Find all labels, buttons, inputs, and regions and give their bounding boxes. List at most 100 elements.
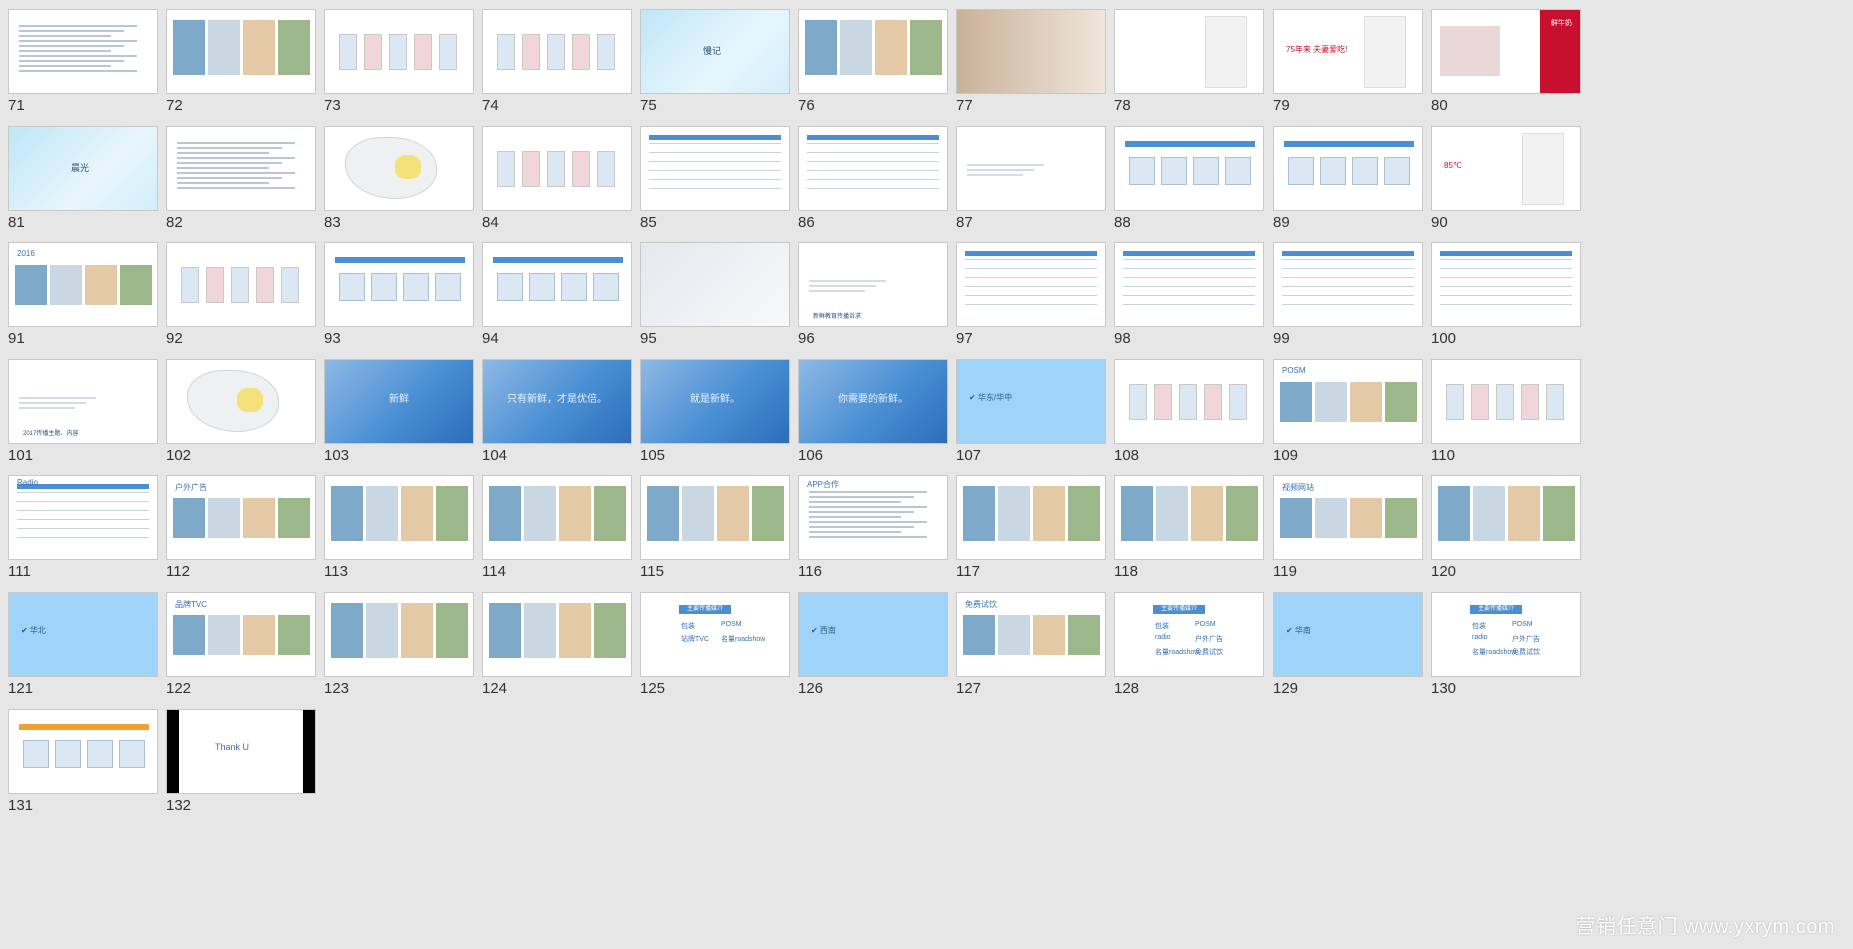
slide-preview[interactable]: 你需要的新鲜。 [798, 359, 948, 444]
slide-number: 97 [956, 330, 973, 347]
slide-preview[interactable] [1273, 242, 1423, 327]
media-tag: 户外广告 [1195, 636, 1223, 643]
slide-preview[interactable] [640, 475, 790, 560]
slide-preview[interactable] [1114, 126, 1264, 211]
slide-number: 95 [640, 330, 657, 347]
slide-preview[interactable] [324, 592, 474, 677]
slide-preview[interactable]: 2017传播主题、内容 [8, 359, 158, 444]
media-tag: POSM [1512, 621, 1533, 628]
slide-preview[interactable] [1114, 242, 1264, 327]
slide-preview[interactable]: 免费试饮 [956, 592, 1106, 677]
slide-preview[interactable] [166, 126, 316, 211]
slide-preview[interactable]: APP合作 [798, 475, 948, 560]
slide-preview[interactable]: Thank U [166, 709, 316, 794]
slide-preview[interactable] [956, 242, 1106, 327]
slide-number: 87 [956, 214, 973, 231]
slide-preview[interactable] [1273, 126, 1423, 211]
slide-preview[interactable]: 品牌TVC [166, 592, 316, 677]
slide-preview[interactable] [798, 126, 948, 211]
slide-preview[interactable] [482, 475, 632, 560]
slide-preview[interactable]: 就是新鲜。 [640, 359, 790, 444]
slide-number: 96 [798, 330, 815, 347]
slide-title-text: POSM [1282, 366, 1306, 375]
slide-preview[interactable]: ✔ 华南 [1273, 592, 1423, 677]
slide-preview[interactable]: ✔ 华北 [8, 592, 158, 677]
slide-preview[interactable] [482, 126, 632, 211]
slide-number: 129 [1273, 680, 1299, 697]
slide-preview[interactable] [8, 709, 158, 794]
slide-preview[interactable]: 只有新鲜，才是优倍。 [482, 359, 632, 444]
slide-preview[interactable] [1114, 359, 1264, 444]
slide-preview[interactable]: 慢记 [640, 9, 790, 94]
slide-preview[interactable] [640, 242, 790, 327]
slide-preview[interactable] [640, 126, 790, 211]
media-tag: 名量roadshow [1155, 649, 1200, 656]
slide-number: 102 [166, 447, 192, 464]
slide-preview[interactable] [482, 9, 632, 94]
slide-number: 74 [482, 97, 499, 114]
media-tag: 户外广告 [1512, 636, 1540, 643]
slide-preview[interactable]: ✔ 华东/华中 [956, 359, 1106, 444]
slide-number: 104 [482, 447, 508, 464]
slide-title-text: 视频网站 [1282, 483, 1314, 492]
slide-preview[interactable]: 75年来 夫妻爱吃! [1273, 9, 1423, 94]
slide-preview[interactable] [324, 126, 474, 211]
slide-preview[interactable] [1431, 242, 1581, 327]
slide-preview[interactable]: POSM [1273, 359, 1423, 444]
slide-preview[interactable]: 晨光 [8, 126, 158, 211]
slide-thumbnail-130[interactable]: 主要传播媒介 包装 POSM radio 户外广告 名量roadshow 免费试饮 130 [1423, 583, 1609, 721]
slide-preview[interactable] [166, 9, 316, 94]
slide-number: 108 [1114, 447, 1140, 464]
slide-number: 119 [1273, 563, 1297, 580]
slide-preview[interactable] [166, 359, 316, 444]
slide-title-text: 你需要的新鲜。 [838, 394, 908, 405]
slide-number: 115 [640, 563, 664, 580]
slide-number: 113 [324, 563, 348, 580]
slide-preview[interactable] [798, 9, 948, 94]
slide-preview[interactable] [1114, 475, 1264, 560]
slide-preview[interactable] [956, 9, 1106, 94]
slide-preview[interactable] [1431, 359, 1581, 444]
slide-title-text: 品牌TVC [175, 600, 207, 609]
slide-preview[interactable]: 新鲜 [324, 359, 474, 444]
slide-thumbnail-132[interactable]: Thank U 132 [158, 700, 344, 838]
slide-number: 88 [1114, 214, 1131, 231]
slide-preview[interactable] [166, 242, 316, 327]
media-tag: POSM [721, 621, 742, 628]
slide-number: 80 [1431, 97, 1448, 114]
slide-preview[interactable]: 户外广告 [166, 475, 316, 560]
slide-preview[interactable]: 主要传播媒介 包装 POSM radio 户外广告 名量roadshow 免费试饮 [1431, 592, 1581, 677]
slide-preview[interactable]: 视频网站 [1273, 475, 1423, 560]
slide-number: 94 [482, 330, 499, 347]
slide-preview[interactable] [482, 242, 632, 327]
slide-preview[interactable]: 新鲜教育传播诉求 [798, 242, 948, 327]
slide-number: 98 [1114, 330, 1131, 347]
slide-preview[interactable]: 85℃ [1431, 126, 1581, 211]
slide-title-text: 慢记 [703, 46, 722, 56]
slide-preview[interactable]: 主要传播媒介 包装 POSM radio 户外广告 名量roadshow 免费试饮 [1114, 592, 1264, 677]
slide-title-text: 2016 [17, 249, 35, 258]
slide-preview[interactable] [324, 475, 474, 560]
slide-preview[interactable] [324, 9, 474, 94]
slide-number: 105 [640, 447, 666, 464]
slide-title-text: 75年来 夫妻爱吃! [1286, 45, 1348, 54]
slide-preview[interactable]: Radio [8, 475, 158, 560]
slide-preview[interactable] [8, 9, 158, 94]
slide-preview[interactable] [324, 242, 474, 327]
slide-number: 84 [482, 214, 499, 231]
slide-preview[interactable] [956, 126, 1106, 211]
slide-number: 79 [1273, 97, 1290, 114]
slide-number: 116 [798, 563, 822, 580]
slide-number: 109 [1273, 447, 1299, 464]
slide-preview[interactable] [482, 592, 632, 677]
media-tag: 包装 [1155, 623, 1169, 630]
slide-preview[interactable]: ✔ 西南 [798, 592, 948, 677]
slide-preview[interactable] [1431, 475, 1581, 560]
slide-preview[interactable] [956, 475, 1106, 560]
slide-preview[interactable] [1114, 9, 1264, 94]
slide-number: 132 [166, 797, 192, 814]
slide-sorter-grid: 71 72 73 74 慢记 75 76 77 78 75年来 夫妻爱吃! 79 鲜牛奶 80 晨光 81 8… [0, 0, 1853, 949]
slide-preview[interactable]: 主要传播媒介 包装 POSM 站牌TVC 名量roadshow [640, 592, 790, 677]
slide-preview[interactable]: 鲜牛奶 [1431, 9, 1581, 94]
slide-preview[interactable]: 2016 [8, 242, 158, 327]
